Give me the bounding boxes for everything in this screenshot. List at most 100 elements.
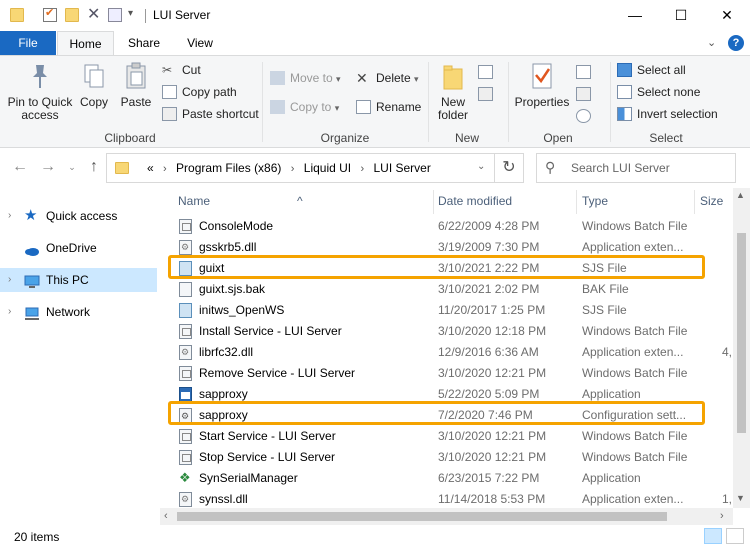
refresh-icon[interactable]: ↻ [494,153,524,183]
cut-button[interactable]: ✂ Cut [162,60,201,80]
back-arrow-icon[interactable]: ← [10,158,30,176]
chevron-right-icon[interactable]: › [8,204,11,228]
tab-home[interactable]: Home [57,31,114,55]
highlight-guixt [168,255,705,279]
breadcrumb-program-files[interactable]: Program Files (x86) [176,161,281,175]
invert-selection-label: Invert selection [637,107,718,121]
column-divider[interactable] [694,190,695,214]
file-type: SJS File [582,303,627,317]
delete-button[interactable]: ✕ Delete [356,68,419,88]
large-icons-view-icon[interactable] [726,528,744,544]
address-dropdown-icon[interactable]: ⌄ [477,161,485,172]
chevron-right-icon[interactable]: › [8,268,11,292]
new-folder-icon[interactable] [65,8,79,22]
tab-file[interactable]: File [0,31,56,55]
table-row[interactable]: Remove Service - LUI Server 3/10/2020 12:… [170,363,740,384]
properties-button[interactable]: Properties [514,61,570,109]
invert-selection-button[interactable]: Invert selection [617,104,718,124]
scroll-thumb[interactable] [177,512,667,521]
table-row[interactable]: Install Service - LUI Server 3/10/2020 12… [170,321,740,342]
table-row[interactable]: SynSerialManager 6/23/2015 7:22 PM Applica… [170,468,740,489]
copy-button[interactable]: Copy [76,61,112,109]
star-icon: ★ [24,207,38,224]
horizontal-scrollbar[interactable]: ‹ › [160,508,733,525]
forward-arrow-icon[interactable]: → [38,158,58,176]
scroll-up-icon[interactable]: ▲ [736,190,745,200]
scroll-left-icon[interactable]: ‹ [164,510,168,522]
column-divider[interactable] [433,190,434,214]
search-input[interactable] [571,158,731,178]
navigation-pane: › ★ Quick access OneDrive › This PC › Ne… [0,188,160,518]
rename-button[interactable]: Rename [356,97,421,117]
recent-locations-chevron-icon[interactable]: ⌄ [62,162,82,173]
minimize-button[interactable]: — [612,0,658,31]
properties-big-icon [529,61,555,91]
table-row[interactable]: initws_OpenWS 11/20/2017 1:25 PM SJS File [170,300,740,321]
file-name: Install Service - LUI Server [199,324,342,338]
new-item-button[interactable] [478,62,493,82]
scroll-right-icon[interactable]: › [720,510,724,522]
pin-label: Pin to Quick access [7,95,73,122]
column-date-modified[interactable]: Date modified [438,194,512,208]
breadcrumb-overflow[interactable]: « [147,161,154,175]
table-row[interactable]: Stop Service - LUI Server 3/10/2020 12:21… [170,447,740,468]
sidebar-item-network[interactable]: › Network [0,300,157,324]
search-box[interactable]: ⚲ [536,153,736,183]
table-row[interactable]: ConsoleMode 6/22/2009 4:28 PM Windows Batc… [170,216,740,237]
table-row[interactable]: Start Service - LUI Server 3/10/2020 12:2… [170,426,740,447]
column-divider[interactable] [576,190,577,214]
paste-button[interactable]: Paste [118,61,154,109]
scroll-down-icon[interactable]: ▼ [736,493,745,503]
sidebar-item-quick-access[interactable]: › ★ Quick access [0,204,157,228]
history-button[interactable] [576,106,591,126]
help-icon[interactable]: ? [728,35,744,51]
column-size[interactable]: Size [700,194,723,208]
table-row[interactable]: synssl.dll 11/14/2018 5:53 PM Application … [170,489,740,508]
up-arrow-icon[interactable]: ↑ [84,158,104,176]
breadcrumb-lui-server[interactable]: LUI Server [374,161,431,175]
select-none-button[interactable]: Select none [617,82,700,102]
properties-icon[interactable] [43,6,57,22]
sidebar-item-label: Network [46,305,91,319]
edit-button[interactable] [576,84,591,104]
scroll-thumb[interactable] [737,233,746,433]
sidebar-item-onedrive[interactable]: OneDrive [0,236,157,260]
item-count: 20 items [14,530,60,544]
table-row[interactable]: librfc32.dll 12/9/2016 6:36 AM Application… [170,342,740,363]
new-group-label: New [454,131,479,145]
paste-label: Paste [120,95,152,109]
open-button[interactable] [576,62,591,82]
chevron-right-icon[interactable]: › [8,300,11,324]
customize-toolbar-icon[interactable]: ▾ [128,8,142,22]
new-folder-big-icon [440,61,466,91]
file-type: Windows Batch File [582,366,688,380]
sidebar-item-this-pc[interactable]: › This PC [0,268,157,292]
table-row[interactable]: guixt.sjs.bak 3/10/2021 2:02 PM BAK File [170,279,740,300]
expand-ribbon-icon[interactable]: ⌄ [707,36,716,49]
easy-access-button[interactable] [478,84,493,104]
move-to-button[interactable]: Move to [270,68,341,88]
address-bar[interactable]: « › Program Files (x86) › Liquid UI › LU… [106,153,524,183]
new-folder-button[interactable]: New folder [432,61,474,122]
maximize-button[interactable]: ☐ [658,0,704,31]
tab-share[interactable]: Share [118,31,170,55]
column-name[interactable]: Name [178,194,210,208]
column-type[interactable]: Type [582,194,608,208]
paste-shortcut-button[interactable]: Paste shortcut [162,104,259,124]
close-button[interactable]: ✕ [704,0,750,31]
copy-path-button[interactable]: Copy path [162,82,237,102]
chevron-right-icon: › [163,163,167,175]
pin-to-quick-access-button[interactable]: Pin to Quick access [6,61,74,122]
breadcrumb-liquid-ui[interactable]: Liquid UI [304,161,351,175]
vertical-scrollbar[interactable]: ▲ ▼ [733,188,750,508]
file-type: Windows Batch File [582,450,688,464]
cut-icon: ✂ [162,63,173,77]
copy-to-button[interactable]: Copy to [270,97,339,117]
select-all-button[interactable]: Select all [617,60,686,80]
tab-view[interactable]: View [174,31,226,55]
file-name: Stop Service - LUI Server [199,450,336,464]
rename-icon[interactable] [108,8,122,22]
file-bak-icon [179,282,192,297]
details-view-icon[interactable] [704,528,722,544]
delete-icon[interactable]: ✕ [87,7,101,23]
